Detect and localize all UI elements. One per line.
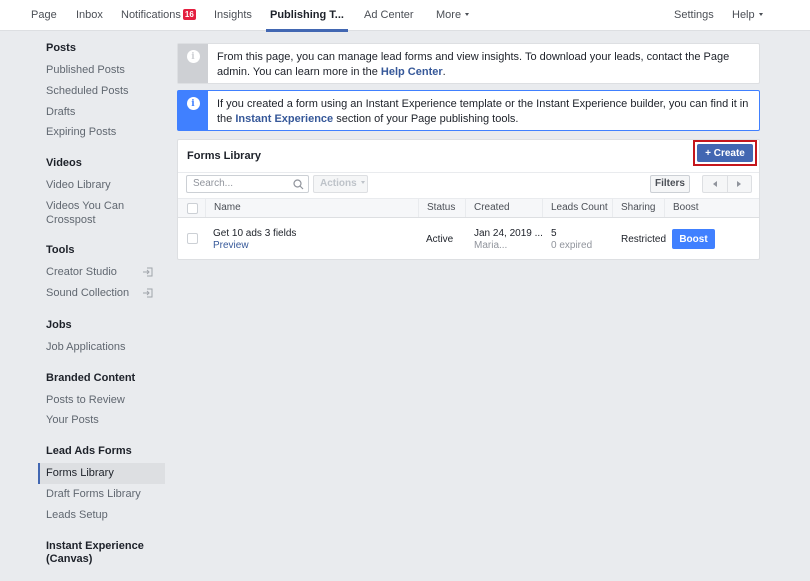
- form-status: Active: [426, 234, 454, 245]
- nav-publishing-tools[interactable]: Publishing T...: [266, 0, 348, 32]
- nav-insights[interactable]: Insights: [214, 0, 252, 31]
- form-created-by: Maria...: [474, 240, 508, 251]
- sidebar-item-job-applications[interactable]: Job Applications: [38, 337, 165, 358]
- search-input[interactable]: Search...: [186, 175, 309, 193]
- previous-page-button[interactable]: [703, 176, 728, 192]
- info-banner-text: From this page, you can manage lead form…: [217, 51, 730, 78]
- info-icon: i: [186, 97, 200, 110]
- info-banner-instant-experience: i If you created a form using an Instant…: [177, 90, 760, 131]
- sidebar-section-branded-content: Branded Content: [46, 372, 136, 384]
- caret-down-icon: [465, 13, 470, 16]
- row-checkbox[interactable]: [187, 233, 198, 244]
- search-placeholder: Search...: [193, 178, 234, 189]
- preview-link[interactable]: Preview: [213, 240, 249, 251]
- caret-down-icon: [758, 13, 763, 16]
- external-link-icon: [143, 267, 153, 277]
- info-banner-lead-forms: i From this page, you can manage lead fo…: [177, 43, 760, 84]
- create-button[interactable]: + Create: [697, 144, 753, 162]
- form-created-date: Jan 24, 2019 ...: [474, 228, 543, 239]
- sidebar-section-instant-experience: Instant Experience (Canvas): [46, 540, 144, 565]
- forms-library-panel: Forms Library + Create Search... Actions…: [177, 139, 760, 260]
- nav-more[interactable]: More: [436, 0, 470, 31]
- divider: [178, 172, 759, 173]
- nav-help[interactable]: Help: [732, 0, 763, 31]
- nav-notifications-label: Notifications: [121, 9, 181, 21]
- sidebar-item-scheduled-posts[interactable]: Scheduled Posts: [38, 81, 165, 102]
- sidebar-section-videos: Videos: [46, 157, 82, 169]
- table-row: Get 10 ads 3 fields Preview Active Jan 2…: [178, 219, 759, 259]
- next-page-button[interactable]: [728, 176, 752, 192]
- sidebar-item-forms-library[interactable]: Forms Library: [38, 463, 165, 484]
- nav-more-label: More: [436, 9, 462, 21]
- sidebar-item-draft-forms-library[interactable]: Draft Forms Library: [38, 484, 165, 505]
- info-banner-text-end: section of your Page publishing tools.: [333, 113, 519, 125]
- sidebar-item-expiring-posts[interactable]: Expiring Posts: [38, 122, 165, 143]
- nav-inbox[interactable]: Inbox: [76, 0, 103, 31]
- column-header-created[interactable]: Created: [465, 199, 542, 217]
- chevron-left-icon: [712, 181, 717, 187]
- instant-experience-link[interactable]: Instant Experience: [235, 113, 333, 125]
- sidebar-item-video-library[interactable]: Video Library: [38, 175, 165, 196]
- sidebar-item-label: Sound Collection: [46, 287, 130, 299]
- search-icon: [293, 179, 304, 190]
- sidebar-section-lead-ads-forms: Lead Ads Forms: [46, 445, 132, 457]
- info-icon: i: [186, 50, 200, 63]
- nav-settings[interactable]: Settings: [674, 0, 714, 31]
- table-header: Name Status Created Leads Count Sharing …: [178, 198, 759, 218]
- sidebar-item-published-posts[interactable]: Published Posts: [38, 60, 165, 81]
- actions-dropdown[interactable]: Actions: [313, 175, 368, 193]
- boost-button[interactable]: Boost: [672, 229, 715, 249]
- help-center-link[interactable]: Help Center: [381, 66, 443, 78]
- form-leads-count: 5: [551, 228, 557, 239]
- sidebar-item-leads-setup[interactable]: Leads Setup: [38, 505, 165, 526]
- sidebar-item-label: Creator Studio: [46, 266, 117, 278]
- caret-down-icon: [360, 181, 365, 184]
- filters-button[interactable]: Filters: [650, 175, 690, 193]
- external-link-icon: [143, 288, 153, 298]
- nav-notifications[interactable]: Notifications 16: [121, 0, 196, 31]
- form-sharing: Restricted: [621, 234, 667, 245]
- select-all-checkbox[interactable]: [187, 203, 198, 214]
- sidebar-section-posts: Posts: [46, 42, 76, 54]
- info-banner-text-end: .: [442, 66, 446, 78]
- nav-ad-center[interactable]: Ad Center: [364, 0, 414, 31]
- sidebar-item-creator-studio[interactable]: Creator Studio: [38, 262, 165, 283]
- actions-label: Actions: [320, 178, 357, 189]
- column-header-sharing[interactable]: Sharing: [612, 199, 664, 217]
- column-header-leads-count[interactable]: Leads Count: [542, 199, 612, 217]
- sidebar-section-tools: Tools: [46, 244, 75, 256]
- pagination: [702, 175, 752, 193]
- sidebar-item-drafts[interactable]: Drafts: [38, 102, 165, 123]
- sidebar-item-sound-collection[interactable]: Sound Collection: [38, 283, 165, 304]
- nav-help-label: Help: [732, 9, 755, 21]
- sidebar-item-your-posts[interactable]: Your Posts: [38, 410, 165, 431]
- notification-count-badge: 16: [182, 9, 196, 20]
- panel-title: Forms Library: [187, 150, 261, 162]
- sidebar-item-videos-crosspost[interactable]: Videos You Can Crosspost: [38, 198, 165, 228]
- sidebar-item-posts-to-review[interactable]: Posts to Review: [38, 390, 165, 411]
- top-navigation: Page Inbox Notifications 16 Insights Publ…: [0, 0, 810, 32]
- nav-page[interactable]: Page: [31, 0, 57, 31]
- column-header-status[interactable]: Status: [418, 199, 465, 217]
- form-leads-expired: 0 expired: [551, 240, 593, 251]
- sidebar-section-jobs: Jobs: [46, 319, 72, 331]
- create-button-highlight: + Create: [693, 140, 757, 166]
- column-header-boost: Boost: [664, 199, 759, 217]
- form-name[interactable]: Get 10 ads 3 fields: [213, 228, 296, 239]
- chevron-right-icon: [737, 181, 742, 187]
- column-header-name[interactable]: Name: [205, 199, 418, 217]
